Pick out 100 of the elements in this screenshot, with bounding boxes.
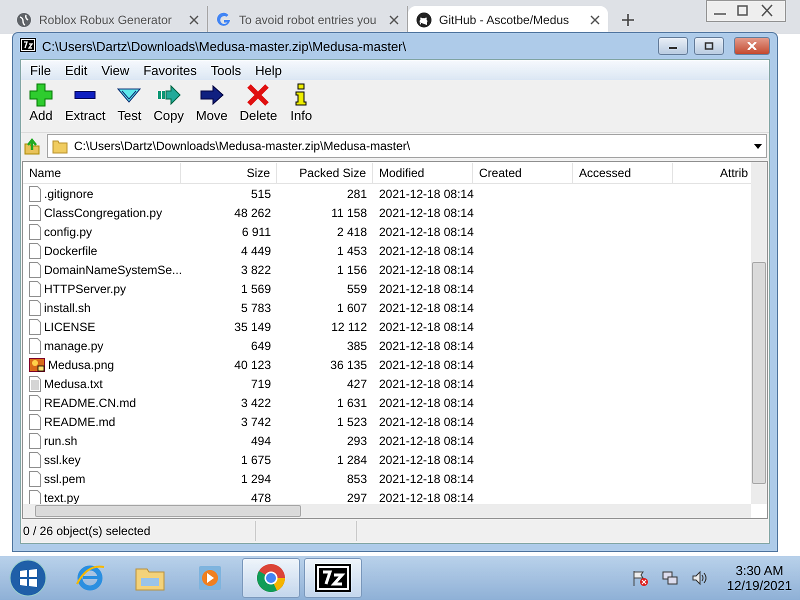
- packed-size-cell-text: 281: [346, 186, 368, 200]
- speaker-icon[interactable]: [690, 569, 709, 587]
- toolbar-button[interactable]: Extract: [59, 83, 112, 129]
- column-header[interactable]: Name: [23, 162, 181, 182]
- column-header[interactable]: Accessed: [573, 162, 673, 182]
- file-icon: [29, 470, 41, 486]
- file-name[interactable]: ssl.key: [44, 452, 81, 466]
- file-name[interactable]: ssl.pem: [44, 472, 86, 486]
- up-folder-icon[interactable]: [23, 137, 41, 155]
- toolbar-button[interactable]: Delete: [234, 83, 284, 129]
- menu-item[interactable]: Tools: [204, 62, 248, 78]
- file-name[interactable]: ClassCongregation.py: [44, 206, 162, 220]
- file-name[interactable]: Dockerfile: [44, 244, 98, 258]
- packed-size-cell-text: 1 284: [336, 452, 368, 466]
- modified-cell-text: 2021-12-18 08:14: [378, 490, 473, 504]
- minimize-button[interactable]: [658, 37, 688, 55]
- column-header[interactable]: Created: [473, 162, 573, 182]
- modified-cell-text: 2021-12-18 08:14: [378, 414, 473, 428]
- toolbar-button[interactable]: Copy: [147, 83, 190, 129]
- vertical-scrollbar[interactable]: [751, 162, 767, 504]
- file-name[interactable]: README.CN.md: [44, 396, 136, 410]
- network-icon[interactable]: [660, 569, 679, 587]
- flag-icon[interactable]: [630, 569, 649, 587]
- file-name[interactable]: Medusa.png: [48, 358, 114, 372]
- packed-size-cell-text: 2 418: [336, 224, 368, 238]
- packed-size-cell-text: 1 631: [336, 396, 368, 410]
- file-icon: [29, 242, 41, 258]
- file-icon: [29, 204, 41, 220]
- close-icon[interactable]: [189, 15, 199, 25]
- column-header[interactable]: Packed Size: [277, 162, 373, 182]
- modified-cell-text: 2021-12-18 08:14: [378, 358, 473, 372]
- toolbar-button[interactable]: Add: [23, 83, 59, 129]
- archive-app-icon: [315, 564, 351, 592]
- packed-size-cell-text: 1 607: [336, 300, 368, 314]
- file-name[interactable]: .gitignore: [44, 186, 94, 200]
- menu-item[interactable]: Edit: [58, 62, 94, 78]
- modified-cell-text: 2021-12-18 08:14: [378, 472, 473, 486]
- file-name[interactable]: text.py: [44, 490, 80, 504]
- address-field[interactable]: C:\Users\Dartz\Downloads\Medusa-master.zip\Medusa-master\: [74, 139, 748, 153]
- clock[interactable]: 3:30 AM 12/19/2021: [726, 563, 792, 593]
- address-bar[interactable]: C:\Users\Dartz\Downloads\Medusa-master.zip\Medusa-master\: [47, 134, 767, 158]
- taskbar-app[interactable]: [304, 558, 362, 598]
- column-header[interactable]: Attrib: [673, 162, 751, 182]
- size-cell-text: 3 742: [240, 414, 272, 428]
- menu-item[interactable]: File: [23, 62, 58, 78]
- size-cell-text: 1 675: [240, 452, 272, 466]
- toolbar-button[interactable]: Move: [190, 83, 234, 129]
- modified-cell-text: 2021-12-18 08:14: [378, 434, 473, 448]
- file-name[interactable]: run.sh: [44, 434, 78, 448]
- file-name[interactable]: install.sh: [44, 300, 91, 314]
- close-icon[interactable]: [590, 15, 600, 25]
- browser-tab[interactable]: GitHub - Ascotbe/Medus: [408, 6, 608, 34]
- modified-cell-text: 2021-12-18 08:14: [378, 282, 473, 296]
- file-name[interactable]: HTTPServer.py: [44, 282, 126, 296]
- size-cell-text: 649: [250, 338, 272, 352]
- image-file-icon: [29, 356, 45, 372]
- size-cell-text: 3 422: [240, 396, 272, 410]
- maximize-button[interactable]: [694, 37, 724, 55]
- close-button[interactable]: [734, 37, 770, 55]
- packed-size-cell-text: 12 112: [330, 320, 368, 334]
- packed-size-cell-text: 427: [346, 376, 368, 390]
- column-header[interactable]: Size: [181, 162, 277, 182]
- status-text: 0 / 26 object(s) selected: [22, 524, 152, 538]
- packed-size-cell-text: 1 523: [336, 414, 368, 428]
- file-icon: [29, 394, 41, 410]
- file-icon: [29, 432, 41, 448]
- new-tab-icon[interactable]: [622, 14, 634, 26]
- packed-size-cell-text: 293: [346, 434, 368, 448]
- toolbar-button[interactable]: Info: [283, 83, 320, 129]
- modified-cell-text: 2021-12-18 08:14: [378, 186, 473, 200]
- toolbar-button[interactable]: Test: [111, 83, 148, 129]
- app-icon: [20, 38, 36, 54]
- column-header[interactable]: Modified: [373, 162, 473, 182]
- modified-cell-text: 2021-12-18 08:14: [378, 262, 473, 276]
- delete-icon: [246, 83, 270, 107]
- file-icon: [29, 490, 41, 504]
- file-name[interactable]: README.md: [44, 414, 116, 428]
- modified-cell-text: 2021-12-18 08:14: [378, 224, 473, 238]
- file-icon: [29, 280, 41, 296]
- horizontal-scrollbar[interactable]: [23, 504, 751, 518]
- file-name[interactable]: Medusa.txt: [44, 376, 103, 390]
- size-cell-text: 6 911: [240, 224, 272, 238]
- file-name[interactable]: manage.py: [44, 338, 104, 352]
- size-cell-text: 40 123: [233, 358, 272, 372]
- start-button[interactable]: [8, 558, 48, 598]
- modified-cell-text: 2021-12-18 08:14: [378, 300, 473, 314]
- arrow-icon: [200, 83, 224, 107]
- close-icon: [747, 42, 757, 50]
- file-name[interactable]: config.py: [44, 224, 92, 238]
- modified-cell-text: 2021-12-18 08:14: [378, 396, 473, 410]
- tab-title: To avoid robot entries you: [239, 13, 376, 27]
- file-name[interactable]: DomainNameSystemSe...: [44, 262, 182, 276]
- menu-item[interactable]: Favorites: [136, 62, 204, 78]
- close-icon[interactable]: [389, 15, 399, 25]
- menu-item[interactable]: View: [94, 62, 136, 78]
- dropdown-icon[interactable]: [754, 144, 762, 148]
- menu-item[interactable]: Help: [248, 62, 289, 78]
- chrome-icon: [255, 562, 287, 594]
- file-name[interactable]: LICENSE: [44, 320, 96, 334]
- browser-window-controls[interactable]: [706, 0, 786, 22]
